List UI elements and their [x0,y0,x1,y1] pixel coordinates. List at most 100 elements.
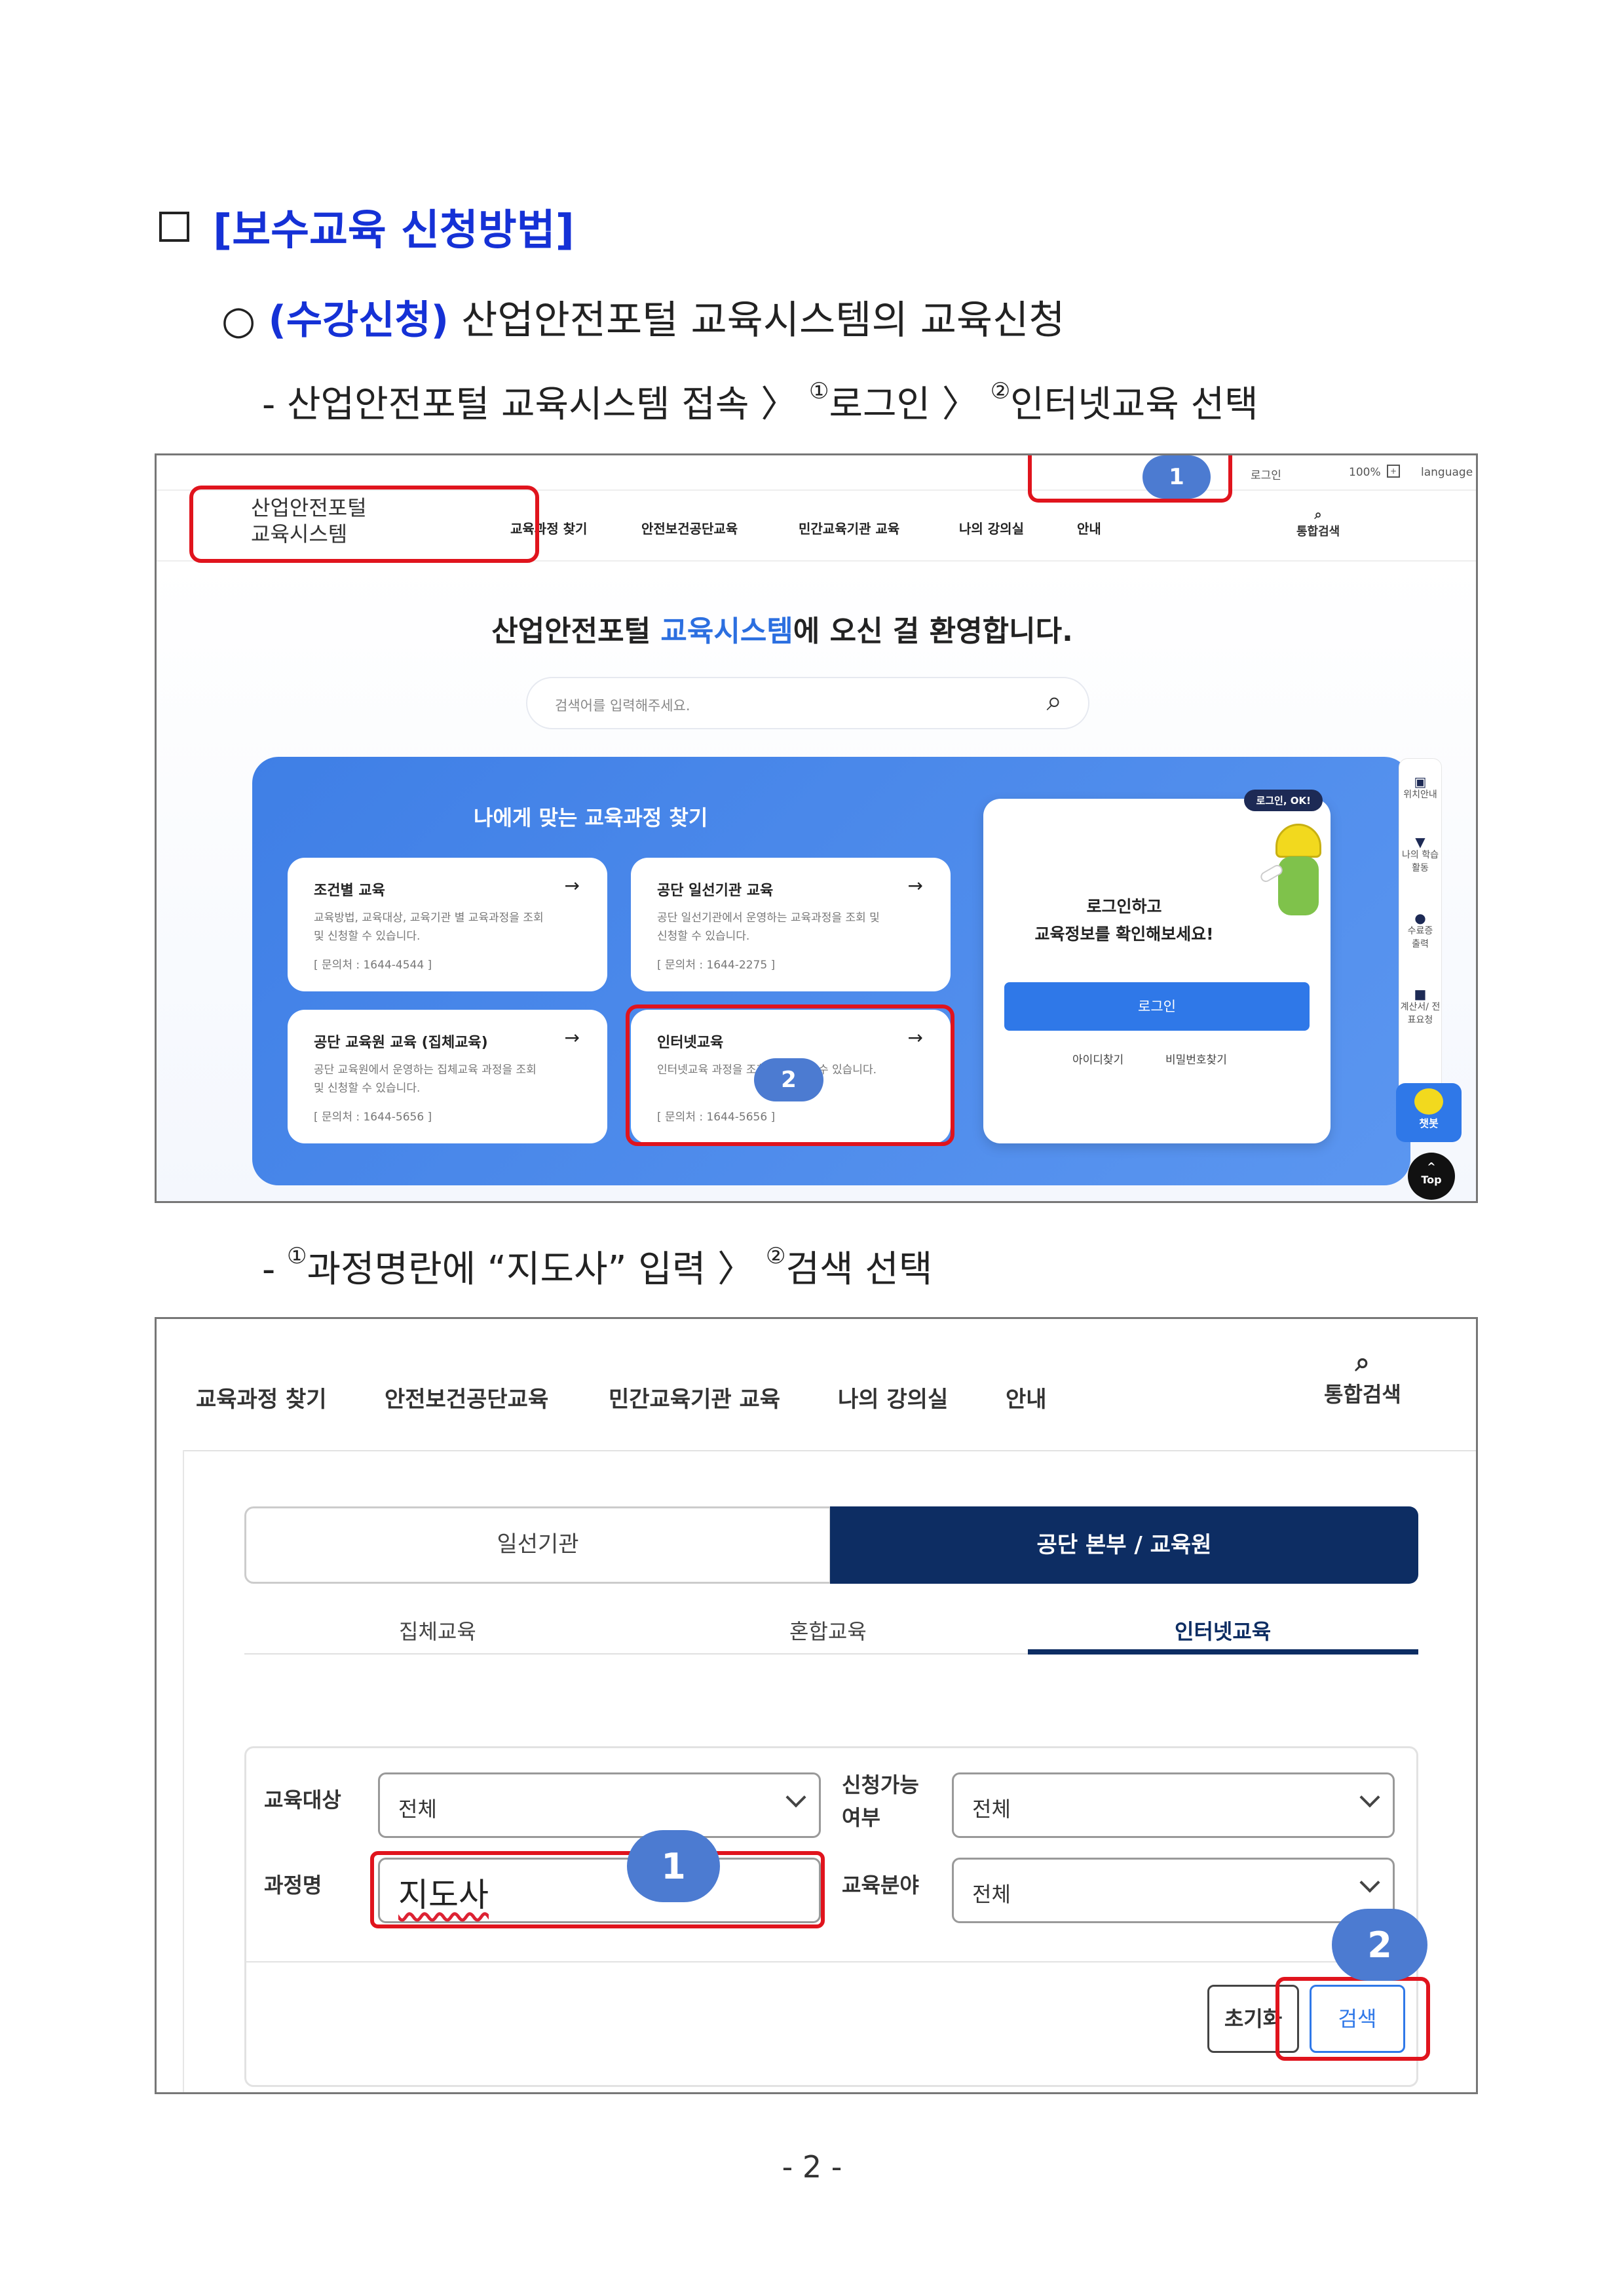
card-title: 공단 교육원 교육 (집체교육) [314,1035,488,1051]
step1-sup2: ② [990,378,1011,404]
zoom-level: 100% [1349,466,1381,479]
target-select[interactable]: 전체 [378,1772,821,1838]
top-button[interactable]: ^ Top [1408,1153,1455,1200]
certificate-icon: ● [1414,910,1426,926]
highlight-course-name [370,1851,825,1928]
nav-guide[interactable]: 안내 [1006,1381,1047,1413]
circle-bullet-icon: ○ [221,297,269,343]
find-id-link[interactable]: 아이디찾기 [1072,1050,1124,1067]
dash: - [262,383,276,426]
field-value: 전체 [972,1882,1011,1907]
chatbot-button[interactable]: 챗봇 [1396,1083,1462,1142]
screenshot-education-home: 로그인 100% + language 산업안전포털 교육시스템 교육과정 찾기… [155,453,1478,1203]
quick-location[interactable]: ▣ 위치안내 [1394,775,1446,801]
tab-blended[interactable]: 혼합교육 [789,1615,867,1645]
mascot-image [1258,818,1333,923]
target-label: 교육대상 [264,1788,341,1812]
subsection-prefix: (수강신청) [268,297,449,343]
language-select[interactable]: language [1421,466,1473,479]
login-bubble: 로그인, OK! [1244,790,1323,811]
chevron-down-icon [1359,1787,1380,1808]
welcome-part2: 에 오신 걸 환영합니다. [793,615,1073,648]
nav-private-education[interactable]: 민간교육기관 교육 [799,518,899,537]
availability-select[interactable]: 전체 [952,1772,1395,1838]
tab-headquarters[interactable]: 공단 본부 / 교육원 [830,1506,1418,1584]
nav-kosha-education[interactable]: 안전보건공단교육 [385,1381,548,1413]
step1-text2: 로그인 〉 [829,383,979,426]
card-desc: 공단 일선기관에서 운영하는 교육과정을 조회 및 신청할 수 있습니다. [657,911,880,943]
quick-invoice[interactable]: ■ 계산서/ 전표요청 [1394,987,1446,1027]
chevron-up-icon: ^ [1427,1160,1436,1173]
card-contact: [ 문의처 : 1644-5656 ] [314,1111,432,1124]
badge-1: 1 [1142,455,1211,499]
card-institute-education[interactable]: 공단 교육원 교육 (집체교육) → 공단 교육원에서 운영하는 집체교육 과정… [288,1010,607,1143]
step1-sup1: ① [809,378,829,404]
step1-text3: 인터넷교육 선택 [1010,383,1258,426]
graduation-cap-icon: ▼ [1415,834,1426,850]
integrated-search[interactable]: ⌕ 통합검색 [1296,507,1340,539]
welcome-heading: 산업안전포털 교육시스템에 오신 걸 환영합니다. [157,607,1408,649]
chevron-down-icon [785,1787,806,1808]
nav-my-classroom[interactable]: 나의 강의실 [838,1381,948,1413]
badge-2: 2 [1332,1909,1427,1981]
chevron-down-icon [1359,1872,1380,1893]
field-label: 교육분야 [842,1873,919,1898]
integrated-search[interactable]: ⌕ 통합검색 [1324,1347,1401,1408]
tab-classroom[interactable]: 집체교육 [399,1615,476,1645]
arrow-right-icon: → [564,1027,580,1048]
find-password-link[interactable]: 비밀번호찾기 [1165,1050,1227,1067]
top-button-label: Top [1421,1174,1442,1186]
search-icon: ⌕ [1314,507,1322,522]
nav-kosha-education[interactable]: 안전보건공단교육 [641,518,738,537]
search-placeholder: 검색어를 입력해주세요. [555,698,690,714]
login-button[interactable]: 로그인 [1004,982,1310,1031]
integrated-search-label: 통합검색 [1324,1382,1401,1407]
login-card: 로그인, OK! 로그인하고 교육정보를 확인해보세요! 로그인 아이디찾기 비… [983,790,1333,1143]
step2-text2: 검색 선택 [785,1248,933,1291]
arrow-right-icon: → [564,875,580,896]
nav-private-education[interactable]: 민간교육기관 교육 [609,1381,780,1413]
login-msg2: 교육정보를 확인해보세요! [1034,925,1214,944]
card-branch-education[interactable]: 공단 일선기관 교육 → 공단 일선기관에서 운영하는 교육과정을 조회 및 신… [631,858,951,991]
step2-text1: 과정명란에 “지도사” 입력 〉 [307,1248,755,1291]
main-search-input[interactable]: 검색어를 입력해주세요. ⌕ [526,677,1089,729]
welcome-part1: 산업안전포털 [491,615,661,648]
subsection-heading: ○ (수강신청) 산업안전포털 교육시스템의 교육신청 [221,288,1065,345]
course-name-label: 과정명 [264,1873,322,1898]
field-select[interactable]: 전체 [952,1858,1395,1923]
highlight-search-button [1275,1977,1430,2061]
step2-line: - ①과정명란에 “지도사” 입력 〉 ②검색 선택 [262,1240,932,1293]
section-heading-text: [보수교육 신청방법] [213,206,575,255]
arrow-right-icon: → [907,875,923,896]
quick-certificate[interactable]: ● 수료증 출력 [1394,911,1446,951]
subsection-text: 산업안전포털 교육시스템의 교육신청 [461,297,1065,343]
quick-learning[interactable]: ▼ 나의 학습활동 [1394,835,1446,875]
search-icon[interactable]: ⌕ [1046,685,1062,718]
highlight-logo [189,486,539,563]
step1-text1: 산업안전포털 교육시스템 접속 〉 [287,383,798,426]
chatbot-label: 챗봇 [1419,1117,1439,1130]
login-msg1: 로그인하고 [1086,897,1162,916]
card-title: 공단 일선기관 교육 [657,883,774,899]
quick-location-label: 위치안내 [1403,790,1437,800]
nav-course-search[interactable]: 교육과정 찾기 [196,1381,327,1413]
quick-invoice-label: 계산서/ 전표요청 [1400,1002,1441,1025]
quick-certificate-label: 수료증 출력 [1407,926,1433,949]
card-conditional-education[interactable]: 조건별 교육 → 교육방법, 교육대상, 교육기관 별 교육과정을 조회및 신청… [288,858,607,991]
search-icon: ⌕ [1355,1347,1370,1377]
target-value: 전체 [398,1797,437,1822]
availability-value: 전체 [972,1797,1011,1822]
top-login-link[interactable]: 로그인 [1251,466,1281,482]
step2-sup2: ② [765,1243,786,1269]
nav-guide[interactable]: 안내 [1077,518,1101,537]
tab-internet[interactable]: 인터넷교육 [1175,1615,1271,1645]
zoom-plus-icon[interactable]: + [1387,465,1400,478]
checkbox-square-icon [159,212,189,242]
page-number: - 2 - [782,2149,842,2185]
nav-my-classroom[interactable]: 나의 강의실 [959,518,1024,537]
card-desc: 공단 교육원에서 운영하는 집체교육 과정을 조회 및 신청할 수 있습니다. [314,1063,537,1095]
monitor-icon: ▣ [1414,774,1427,790]
tab-branch-office[interactable]: 일선기관 [244,1506,831,1584]
dash: - [262,1248,276,1291]
integrated-search-label: 통합검색 [1296,525,1340,539]
